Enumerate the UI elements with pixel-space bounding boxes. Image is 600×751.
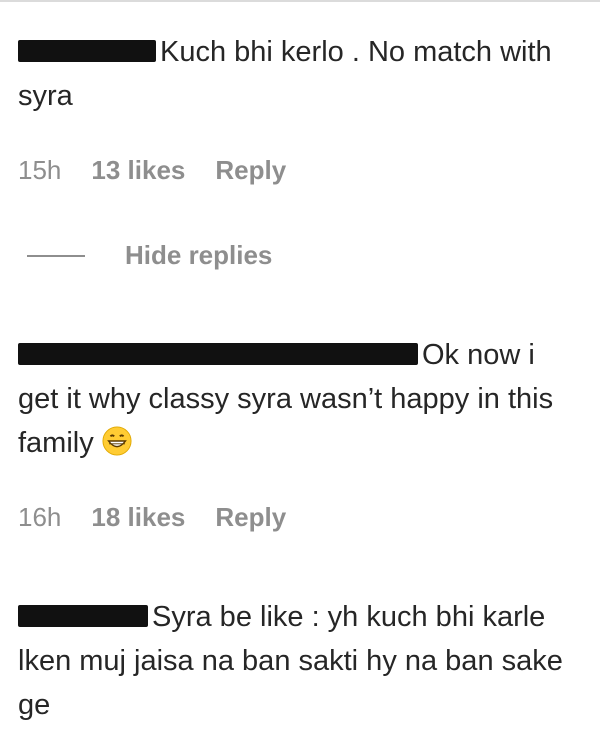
redacted-username[interactable]: [18, 605, 148, 628]
comment-1-time: 15h: [18, 155, 62, 185]
grinning-face-emoji-icon: [102, 426, 132, 456]
comment-3: Syra be like : yh kuch bhi karle lken mu…: [18, 595, 578, 727]
top-divider: [0, 0, 600, 2]
redacted-username[interactable]: [18, 40, 156, 63]
comment-2-likes[interactable]: 18 likes: [91, 502, 185, 533]
comment-2-reply-button[interactable]: Reply: [215, 502, 286, 533]
hide-replies-row[interactable]: Hide replies: [27, 240, 272, 271]
hide-replies-button[interactable]: Hide replies: [125, 240, 272, 271]
comment-1-meta: 15h 13 likes Reply: [18, 155, 286, 186]
comment-1-reply-button[interactable]: Reply: [215, 155, 286, 186]
comment-1-likes[interactable]: 13 likes: [91, 155, 185, 186]
comment-1: Kuch bhi kerlo . No match with syra: [18, 30, 578, 118]
hide-replies-line: [27, 254, 85, 257]
comment-2: Ok now i get it why classy syra wasn’t h…: [18, 333, 578, 465]
redacted-username[interactable]: [18, 343, 418, 366]
comment-2-meta: 16h 18 likes Reply: [18, 502, 286, 533]
comment-2-time: 16h: [18, 502, 62, 532]
